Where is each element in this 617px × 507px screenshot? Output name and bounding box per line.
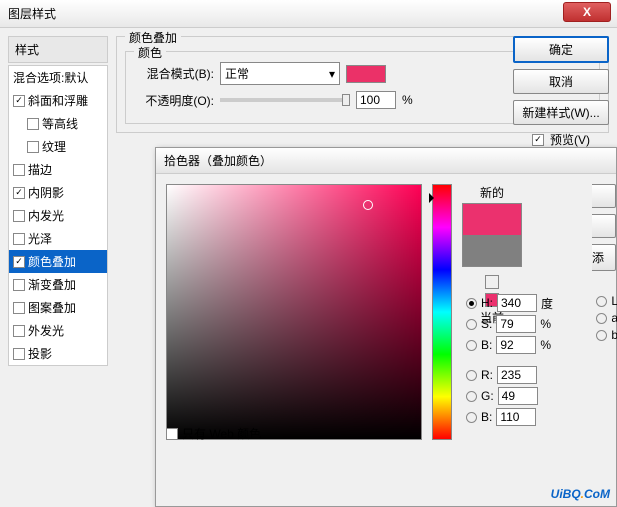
sv-cursor [363, 200, 373, 210]
watermark: UiBQ.CoM [551, 481, 610, 504]
sidebar-header: 样式 [8, 36, 108, 63]
style-checkbox[interactable] [13, 233, 25, 245]
style-item-4[interactable]: 内阴影 [9, 181, 107, 204]
style-label: 纹理 [42, 138, 66, 155]
style-checkbox[interactable] [13, 210, 25, 222]
style-item-0[interactable]: 斜面和浮雕 [9, 89, 107, 112]
picker-cancel-button[interactable] [592, 214, 616, 238]
style-checkbox[interactable] [13, 95, 25, 107]
color-picker-window: 拾色器（叠加颜色） 新的 当前 添 H:度 S:% [155, 147, 617, 507]
picker-buttons: 添 [592, 184, 616, 271]
radio-g[interactable] [466, 391, 477, 402]
h-input[interactable] [497, 294, 537, 312]
blend-options-item[interactable]: 混合选项:默认 [9, 66, 107, 89]
color-picker-title: 拾色器（叠加颜色） [156, 148, 616, 174]
style-label: 描边 [28, 161, 52, 178]
overlay-color-swatch[interactable] [346, 65, 386, 83]
style-checkbox[interactable] [13, 279, 25, 291]
style-item-11[interactable]: 投影 [9, 342, 107, 365]
radio-a[interactable] [596, 313, 607, 324]
blend-mode-label: 混合模式(B): [134, 65, 214, 82]
opacity-label: 不透明度(O): [134, 92, 214, 109]
style-checkbox[interactable] [13, 187, 25, 199]
style-label: 渐变叠加 [28, 276, 76, 293]
style-checkbox[interactable] [13, 348, 25, 360]
web-only-label: 只有 Web 颜色 [182, 425, 261, 442]
style-checkbox[interactable] [13, 256, 25, 268]
g-input[interactable] [498, 387, 538, 405]
style-label: 斜面和浮雕 [28, 92, 88, 109]
style-list: 混合选项:默认 斜面和浮雕等高线纹理描边内阴影内发光光泽颜色叠加渐变叠加图案叠加… [8, 65, 108, 366]
opacity-unit: % [402, 93, 413, 107]
new-style-button[interactable]: 新建样式(W)... [513, 100, 609, 125]
cube-icon [485, 275, 499, 289]
preview-new-color [463, 204, 521, 235]
cancel-button[interactable]: 取消 [513, 69, 609, 94]
lab-radios: L a b [596, 294, 617, 342]
preview-checkbox[interactable] [532, 134, 544, 146]
style-label: 内阴影 [28, 184, 64, 201]
style-item-5[interactable]: 内发光 [9, 204, 107, 227]
chevron-down-icon: ▾ [329, 67, 335, 81]
r-input[interactable] [497, 366, 537, 384]
style-label: 等高线 [42, 115, 78, 132]
picker-add-button[interactable]: 添 [592, 244, 616, 271]
ok-button[interactable]: 确定 [513, 36, 609, 63]
radio-b[interactable] [466, 340, 477, 351]
dialog-buttons: 确定 取消 新建样式(W)... 预览(V) [513, 36, 609, 154]
sv-field[interactable] [166, 184, 422, 440]
style-checkbox[interactable] [27, 141, 39, 153]
web-only-row: 只有 Web 颜色 [166, 425, 261, 442]
picker-ok-button[interactable] [592, 184, 616, 208]
style-item-10[interactable]: 外发光 [9, 319, 107, 342]
style-label: 颜色叠加 [28, 253, 76, 270]
window-title: 图层样式 [8, 5, 609, 22]
radio-bl[interactable] [466, 412, 477, 423]
web-only-checkbox[interactable] [166, 428, 178, 440]
style-item-8[interactable]: 渐变叠加 [9, 273, 107, 296]
style-item-6[interactable]: 光泽 [9, 227, 107, 250]
hue-thumb [429, 193, 434, 203]
s-input[interactable] [496, 315, 536, 333]
style-item-2[interactable]: 纹理 [9, 135, 107, 158]
color-value-inputs: H:度 S:% B:% R: G: B: [466, 294, 553, 426]
radio-h[interactable] [466, 298, 477, 309]
style-item-1[interactable]: 等高线 [9, 112, 107, 135]
style-checkbox[interactable] [27, 118, 39, 130]
b-input[interactable] [496, 336, 536, 354]
preview-current-color [463, 235, 521, 266]
style-item-3[interactable]: 描边 [9, 158, 107, 181]
styles-sidebar: 样式 混合选项:默认 斜面和浮雕等高线纹理描边内阴影内发光光泽颜色叠加渐变叠加图… [8, 36, 108, 499]
hue-slider[interactable] [432, 184, 452, 440]
title-bar: 图层样式 X [0, 0, 617, 28]
style-checkbox[interactable] [13, 325, 25, 337]
style-label: 外发光 [28, 322, 64, 339]
radio-r[interactable] [466, 370, 477, 381]
opacity-slider[interactable] [220, 98, 350, 102]
new-label: 新的 [480, 184, 504, 201]
close-button[interactable]: X [563, 2, 611, 22]
style-checkbox[interactable] [13, 302, 25, 314]
style-item-7[interactable]: 颜色叠加 [9, 250, 107, 273]
preview-label: 预览(V) [550, 131, 590, 148]
radio-lb[interactable] [596, 330, 607, 341]
style-checkbox[interactable] [13, 164, 25, 176]
bl-input[interactable] [496, 408, 536, 426]
blend-mode-combo[interactable]: 正常 ▾ [220, 62, 340, 85]
radio-s[interactable] [466, 319, 477, 330]
style-label: 投影 [28, 345, 52, 362]
style-label: 光泽 [28, 230, 52, 247]
style-label: 内发光 [28, 207, 64, 224]
radio-l[interactable] [596, 296, 607, 307]
style-label: 图案叠加 [28, 299, 76, 316]
color-group-title: 颜色 [134, 44, 166, 61]
style-item-9[interactable]: 图案叠加 [9, 296, 107, 319]
opacity-input[interactable] [356, 91, 396, 109]
